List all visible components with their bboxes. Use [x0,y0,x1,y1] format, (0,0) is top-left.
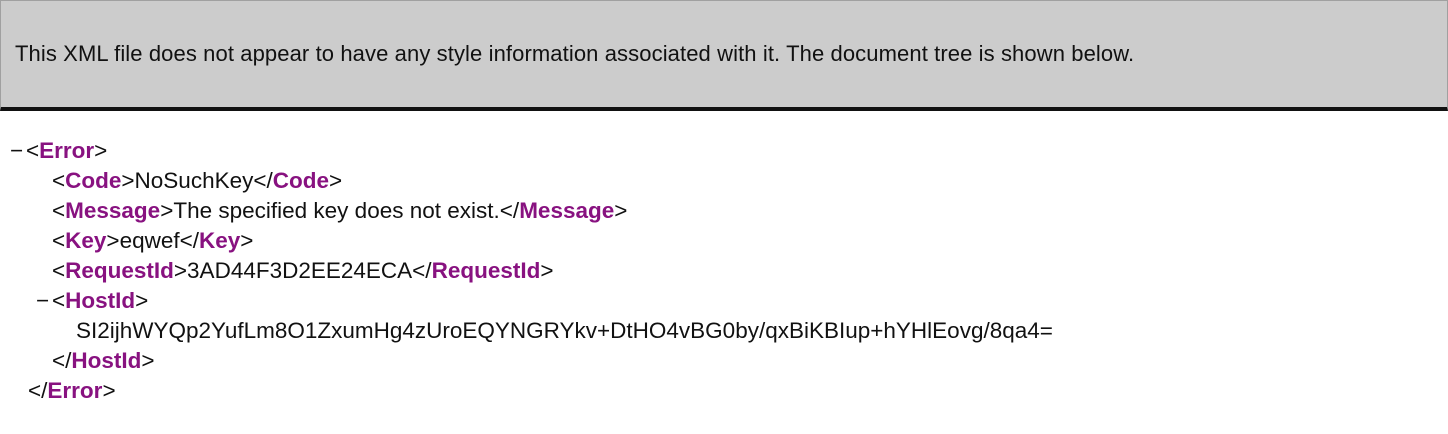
host-id-open-line: − <HostId> [36,286,1013,316]
key-element: <Key>eqwef</Key> [52,228,254,253]
host-id-value-line: SI2ijhWYQp2YufLm8O1ZxumHg4zUroEQYNGRYkv+… [76,316,1053,346]
request-id-element: <RequestId>3AD44F3D2EE24ECA</RequestId> [52,258,554,283]
xml-document-tree: − <Error> <Code>NoSuchKey</Code> <Message… [0,136,1053,406]
request-id-close-tag-name: RequestId [431,258,541,283]
key-value: eqwef [119,228,180,253]
error-close-line: </Error> [28,378,116,403]
error-tag-name: Error [39,138,95,163]
request-id-value: 3AD44F3D2EE24ECA [187,258,413,283]
collapse-host-id-toggle[interactable]: − [36,286,52,316]
host-id-close-line: </HostId> [52,348,155,373]
message-value: The specified key does not exist. [173,198,500,223]
request-id-tag-name: RequestId [65,258,174,283]
xml-style-info-bar: This XML file does not appear to have an… [0,0,1448,111]
message-element: <Message>The specified key does not exis… [52,198,628,223]
code-tag-name: Code [65,168,122,193]
host-id-tag-name: HostId [65,288,136,313]
key-close-tag-name: Key [199,228,241,253]
message-tag-name: Message [65,198,161,223]
error-close-tag-name: Error [47,378,103,403]
host-id-close-tag-name: HostId [71,348,142,373]
code-close-tag-name: Code [272,168,330,193]
code-value: NoSuchKey [134,168,254,193]
key-tag-name: Key [65,228,107,253]
collapse-error-toggle[interactable]: − [10,136,26,166]
error-open-line: − <Error> [10,136,987,166]
host-id-value: SI2ijhWYQp2YufLm8O1ZxumHg4zUroEQYNGRYkv+… [76,318,1053,343]
code-element: <Code>NoSuchKey</Code> [52,168,343,193]
message-close-tag-name: Message [519,198,615,223]
xml-style-info-message: This XML file does not appear to have an… [15,41,1135,66]
